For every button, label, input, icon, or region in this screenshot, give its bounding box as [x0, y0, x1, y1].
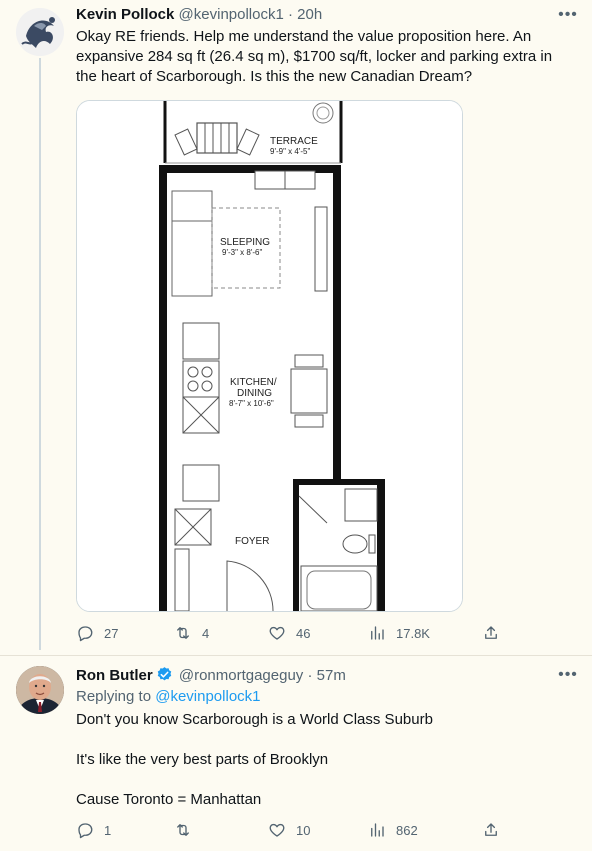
tweet-timestamp[interactable]: 20h: [297, 6, 322, 23]
retweet-button[interactable]: 4: [174, 624, 209, 642]
more-icon[interactable]: •••: [558, 7, 578, 29]
tweet-text-line: Okay RE friends. Help me understand the …: [76, 28, 532, 45]
share-icon: [485, 823, 497, 836]
foyer-label: FOYER: [235, 536, 269, 547]
views-count: 862: [396, 822, 418, 838]
reply-button[interactable]: 27: [76, 624, 118, 642]
retweet-icon: [177, 824, 189, 836]
tweet-kevin-pollock[interactable]: Kevin Pollock @kevinpollock1 · 20h ••• O…: [0, 0, 592, 655]
views-button[interactable]: 17.8K: [368, 624, 430, 642]
kitchen-dims: 8'-7" x 10'-6": [229, 399, 274, 408]
tweet-paragraph: It's like the very best parts of Brookly…: [76, 751, 329, 768]
tweet-header: Ron Butler @ronmortgageguy · 57m: [76, 666, 346, 684]
tweet-paragraph: Don't you know Scarborough is a World Cl…: [76, 711, 433, 728]
share-button[interactable]: [482, 821, 510, 839]
author-handle[interactable]: @ronmortgageguy: [179, 667, 303, 684]
verified-badge-icon: [157, 667, 171, 681]
tweet-text-line: expansive 284 sq ft (26.4 sq m), $1700 s…: [76, 48, 553, 65]
retweet-button[interactable]: [174, 821, 202, 839]
like-button[interactable]: 46: [268, 624, 310, 642]
tweet-timestamp[interactable]: 57m: [317, 667, 346, 684]
reply-icon: [78, 626, 93, 642]
terrace-dims: 9'-9" x 4'-5": [270, 147, 310, 156]
header-separator: ·: [307, 667, 313, 684]
avatar-kevin-pollock[interactable]: [16, 8, 64, 56]
replying-to-label: Replying to: [76, 688, 152, 705]
header-separator: ·: [288, 6, 293, 23]
tweet-text: Okay RE friends. Help me understand the …: [76, 27, 576, 87]
author-handle[interactable]: @kevinpollock1: [179, 6, 284, 23]
kitchen-label-1: KITCHEN/: [230, 377, 277, 388]
avatar-ron-butler[interactable]: [16, 666, 64, 714]
sleeping-dims: 9'-3" x 8'-6": [222, 248, 262, 257]
kitchen-label-2: DINING: [237, 388, 272, 399]
reply-count: 1: [104, 822, 112, 838]
more-icon[interactable]: •••: [558, 667, 578, 689]
like-button[interactable]: 10: [268, 821, 310, 839]
tweet-actions: 27 4 46 17.8K: [76, 624, 506, 646]
author-name[interactable]: Kevin Pollock: [76, 6, 174, 23]
avatar-image: [16, 666, 64, 714]
share-icon: [485, 626, 497, 639]
reply-button[interactable]: 1: [76, 821, 111, 839]
like-count: 10: [296, 822, 311, 838]
views-button[interactable]: 862: [368, 821, 418, 839]
reply-icon: [78, 823, 93, 839]
like-count: 46: [296, 625, 311, 641]
retweet-count: 4: [202, 625, 210, 641]
tweet-header: Kevin Pollock @kevinpollock1 · 20h: [76, 6, 322, 23]
views-icon: [371, 626, 384, 640]
heart-icon: [269, 626, 285, 640]
thread-connector-line: [39, 58, 41, 650]
terrace-label: TERRACE: [270, 136, 318, 147]
tweet-text: Don't you know Scarborough is a World Cl…: [76, 710, 576, 810]
heart-icon: [269, 823, 285, 837]
floorplan-image[interactable]: TERRACE 9'-9" x 4'-5" SLEEPING 9'-3" x 8…: [76, 100, 463, 612]
avatar-image: [16, 8, 64, 56]
replying-to: Replying to @kevinpollock1: [76, 688, 261, 705]
tweet-ron-butler[interactable]: Ron Butler @ronmortgageguy · 57m ••• Rep…: [0, 656, 592, 851]
replying-to-handle-link[interactable]: @kevinpollock1: [155, 688, 260, 705]
sleeping-label: SLEEPING: [220, 237, 270, 248]
floorplan-drawing: TERRACE 9'-9" x 4'-5" SLEEPING 9'-3" x 8…: [77, 101, 462, 611]
tweet-actions: 1 10 862: [76, 821, 506, 843]
views-icon: [371, 823, 384, 837]
retweet-icon: [177, 627, 189, 639]
tweet-paragraph: Cause Toronto = Manhattan: [76, 791, 262, 808]
views-count: 17.8K: [396, 625, 430, 641]
share-button[interactable]: [482, 624, 510, 642]
author-name[interactable]: Ron Butler: [76, 667, 153, 684]
tweet-text-line: the heart of Scarborough. Is this the ne…: [76, 68, 473, 85]
reply-count: 27: [104, 625, 119, 641]
